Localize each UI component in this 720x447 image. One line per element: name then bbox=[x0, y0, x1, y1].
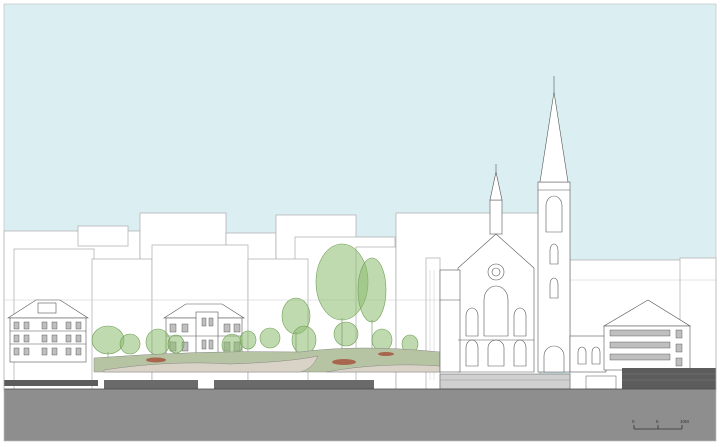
street-elevation-drawing: 0 5 10M bbox=[3, 3, 717, 442]
scale-tick-10: 10M bbox=[680, 419, 689, 424]
ground bbox=[4, 389, 716, 441]
